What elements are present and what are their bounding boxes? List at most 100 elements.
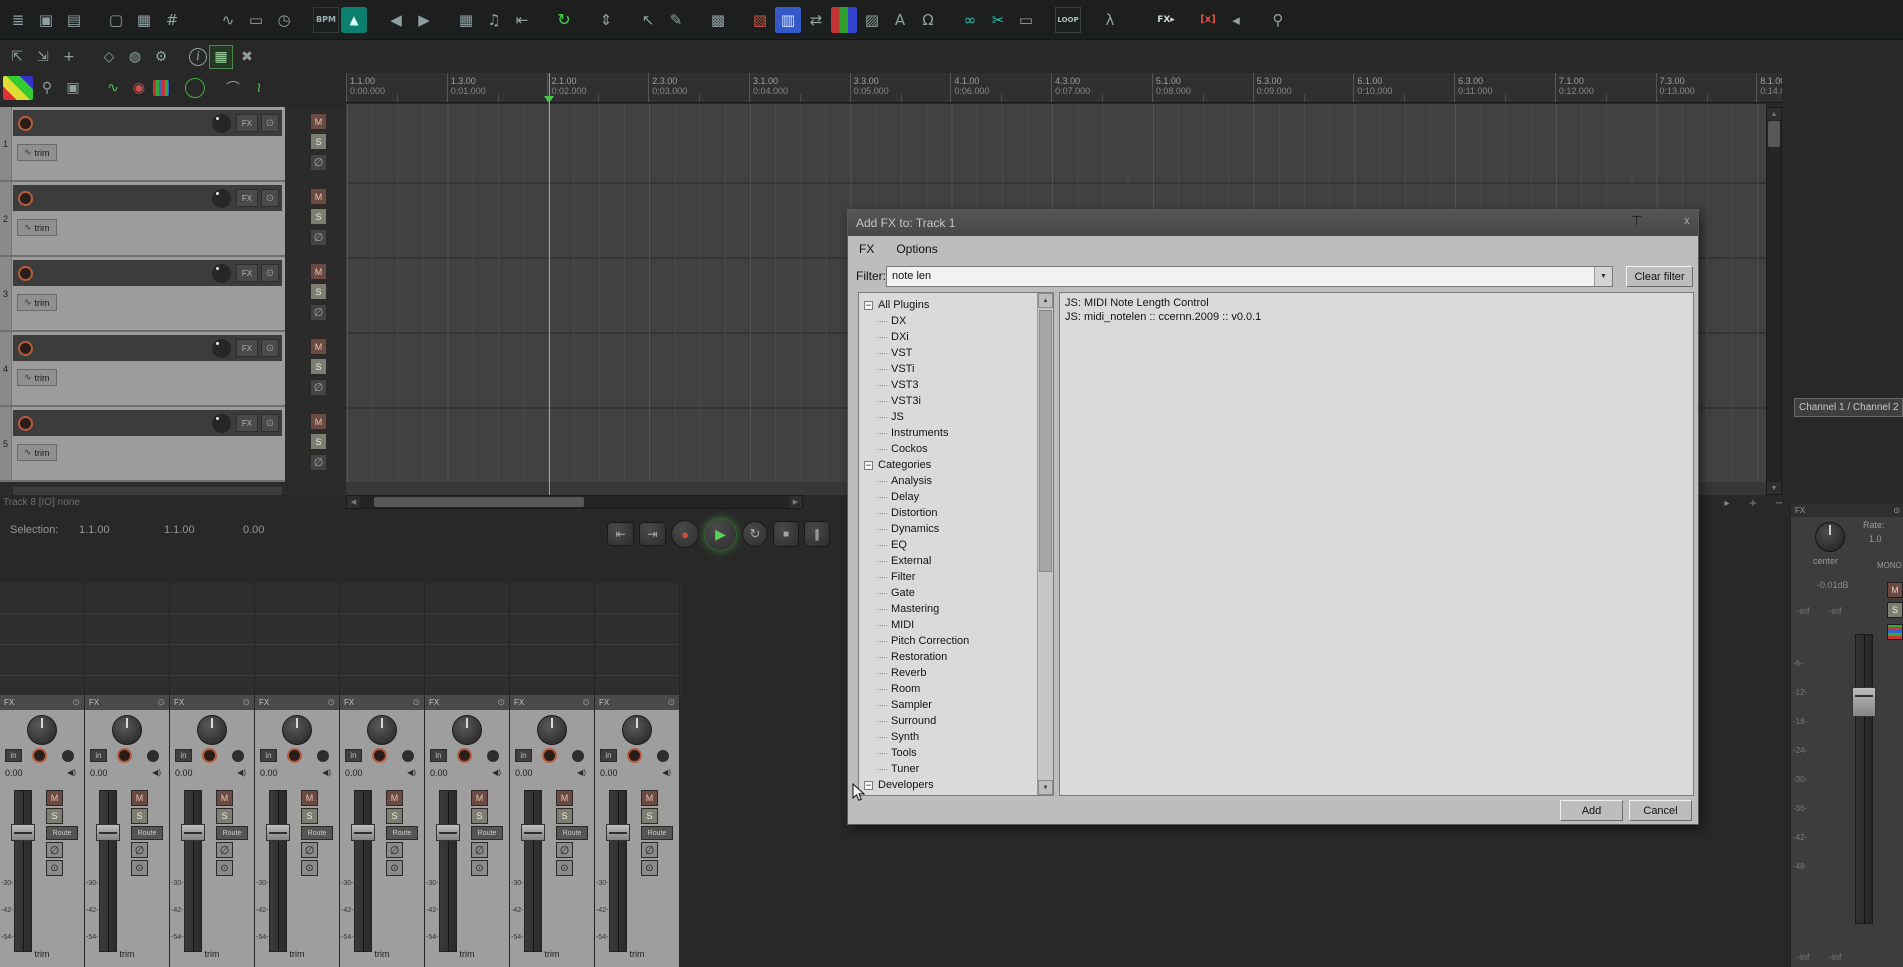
record-arm-button[interactable] bbox=[32, 748, 47, 763]
volume-fader[interactable] bbox=[439, 790, 457, 952]
mute-button[interactable]: M bbox=[310, 113, 327, 130]
track-panel[interactable]: 5 FX ⊙ ∿ trim bbox=[0, 407, 285, 482]
filter-input[interactable]: note len ▼ bbox=[886, 266, 1613, 287]
strip-envelope-icon[interactable]: ⊙ bbox=[327, 697, 335, 708]
strip-fx-button[interactable]: FX bbox=[4, 698, 14, 707]
record-arm-button[interactable] bbox=[202, 748, 217, 763]
solo-button[interactable]: S bbox=[310, 433, 327, 450]
tree-item[interactable]: Delay bbox=[859, 489, 1053, 505]
tree-item[interactable]: Tuner bbox=[859, 761, 1053, 777]
strip-envelope-icon[interactable]: ⊙ bbox=[582, 697, 590, 708]
ruler-mark[interactable]: 8.1.00 0:14.000 bbox=[1756, 73, 1782, 102]
ruler-mark[interactable]: 2.1.00 0:02.000 bbox=[547, 73, 648, 102]
grid-lines-button[interactable]: ▦ bbox=[453, 7, 479, 33]
performance-meter-icon[interactable]: ∿ bbox=[215, 7, 241, 33]
track-panel[interactable]: 2 FX ⊙ ∿ trim bbox=[0, 182, 285, 257]
speaker-icon[interactable]: ◀) bbox=[152, 768, 161, 777]
speaker-icon[interactable]: ◀) bbox=[322, 768, 331, 777]
volume-fader[interactable] bbox=[524, 790, 542, 952]
track-fx-button[interactable]: FX bbox=[236, 264, 258, 282]
volume-knob[interactable] bbox=[212, 264, 231, 283]
scroll-up-arrow[interactable]: ▲ bbox=[1767, 108, 1781, 120]
zoom-out-button[interactable]: − bbox=[1771, 496, 1787, 510]
selection-end-value[interactable]: 1.1.00 bbox=[164, 524, 195, 536]
scroll-left-arrow[interactable]: ◀ bbox=[347, 496, 360, 508]
selection-length-value[interactable]: 0.00 bbox=[243, 524, 264, 536]
envelope-segment-button[interactable]: ≀ bbox=[247, 76, 271, 100]
project-menu-icon[interactable]: ≣ bbox=[5, 7, 31, 33]
tree-item[interactable]: − All Plugins bbox=[859, 297, 1053, 313]
speaker-icon[interactable]: ◀) bbox=[67, 768, 76, 777]
strip-fx-button[interactable]: FX bbox=[344, 698, 354, 707]
insert-marker-button[interactable]: ◂ bbox=[1223, 7, 1249, 33]
tree-item[interactable]: Reverb bbox=[859, 665, 1053, 681]
ruler-mark[interactable]: 6.3.00 0:11.000 bbox=[1454, 73, 1555, 102]
record-arm-button[interactable] bbox=[18, 341, 33, 356]
solo-button[interactable]: S bbox=[471, 808, 488, 824]
selection-start-value[interactable]: 1.1.00 bbox=[79, 524, 110, 536]
track-envelope-button[interactable]: ⊙ bbox=[261, 114, 279, 132]
fader-handle[interactable] bbox=[606, 824, 630, 841]
mixer-strip[interactable]: FX ⊙ in 0.00 ◀) -30- -42- -54- bbox=[595, 695, 680, 967]
ruler-mark[interactable]: 6.1.00 0:10.000 bbox=[1353, 73, 1454, 102]
phase-button[interactable]: ∅ bbox=[310, 304, 327, 321]
fader-handle[interactable] bbox=[521, 824, 545, 841]
matrix-button[interactable]: ▩ bbox=[705, 7, 731, 33]
mixer-strip[interactable]: FX ⊙ in 0.00 ◀) -30- -42- -54- bbox=[340, 695, 425, 967]
envelope-button[interactable]: ⊙ bbox=[216, 860, 233, 876]
speaker-icon[interactable]: ◀) bbox=[577, 768, 586, 777]
marquee-tool-icon[interactable]: ⇱ bbox=[5, 45, 29, 69]
goto-start-button-toolbar[interactable]: ⇤ bbox=[509, 7, 535, 33]
tree-item[interactable]: External bbox=[859, 553, 1053, 569]
phase-button[interactable]: ∅ bbox=[301, 842, 318, 858]
pan-knob[interactable] bbox=[197, 715, 227, 745]
sync-button[interactable]: ⇄ bbox=[803, 7, 829, 33]
width-knob[interactable] bbox=[657, 750, 669, 762]
solo-button[interactable]: S bbox=[310, 133, 327, 150]
tree-item[interactable]: EQ bbox=[859, 537, 1053, 553]
horizontal-scrollbar[interactable]: ◀ ▶ bbox=[346, 495, 803, 509]
input-button[interactable]: in bbox=[175, 749, 192, 762]
volume-fader[interactable] bbox=[354, 790, 372, 952]
pause-button[interactable]: ∥ bbox=[804, 521, 830, 547]
plugin-result-item[interactable]: JS: MIDI Note Length Control bbox=[1065, 297, 1688, 311]
input-button[interactable]: in bbox=[345, 749, 362, 762]
new-project-icon[interactable]: ▢ bbox=[103, 7, 129, 33]
phase-button[interactable]: ∅ bbox=[641, 842, 658, 858]
chevron-down-icon[interactable]: ▼ bbox=[1594, 267, 1612, 286]
theme-stripes-icon[interactable] bbox=[1887, 624, 1903, 640]
input-button[interactable]: in bbox=[260, 749, 277, 762]
trim-envelope-chip[interactable]: ∿ trim bbox=[17, 219, 57, 236]
record-arm-button[interactable] bbox=[18, 116, 33, 131]
settings-wrench-button[interactable]: ⚙ bbox=[149, 45, 173, 69]
pan-knob[interactable] bbox=[537, 715, 567, 745]
trim-envelope-chip[interactable]: ∿ trim bbox=[17, 144, 57, 161]
fader-handle[interactable] bbox=[436, 824, 460, 841]
master-fader[interactable] bbox=[1855, 634, 1873, 924]
meter-colored-button[interactable] bbox=[831, 7, 857, 33]
mute-button[interactable]: M bbox=[471, 790, 488, 806]
route-button[interactable]: Route bbox=[556, 826, 588, 840]
trim-envelope-chip[interactable]: ∿ trim bbox=[17, 294, 57, 311]
volume-fader[interactable] bbox=[609, 790, 627, 952]
ruler-mark[interactable]: 5.1.00 0:08.000 bbox=[1152, 73, 1253, 102]
width-knob[interactable] bbox=[147, 750, 159, 762]
tree-item[interactable]: Gate bbox=[859, 585, 1053, 601]
track-fx-button[interactable]: FX bbox=[236, 414, 258, 432]
envelope-button[interactable]: ⊙ bbox=[131, 860, 148, 876]
master-fx-button[interactable]: FX bbox=[1795, 506, 1805, 515]
scroll-down-arrow[interactable]: ▼ bbox=[1038, 780, 1053, 795]
record-arm-button[interactable] bbox=[457, 748, 472, 763]
repeat-button[interactable]: ↻ bbox=[742, 521, 768, 547]
add-track-button[interactable]: + bbox=[57, 45, 81, 69]
record-mode-button[interactable]: ◉ bbox=[127, 76, 151, 100]
tree-item[interactable]: − Categories bbox=[859, 457, 1053, 473]
midi-editor-button[interactable]: ▥ bbox=[775, 7, 801, 33]
solo-button[interactable]: S bbox=[556, 808, 573, 824]
solo-button[interactable]: S bbox=[301, 808, 318, 824]
play-cursor-follow-button[interactable]: ▸ bbox=[1719, 496, 1735, 510]
phase-button[interactable]: ∅ bbox=[46, 842, 63, 858]
routing-matrix-icon[interactable]: # bbox=[159, 7, 185, 33]
fader-handle[interactable] bbox=[266, 824, 290, 841]
docker-button[interactable]: ▨ bbox=[859, 7, 885, 33]
